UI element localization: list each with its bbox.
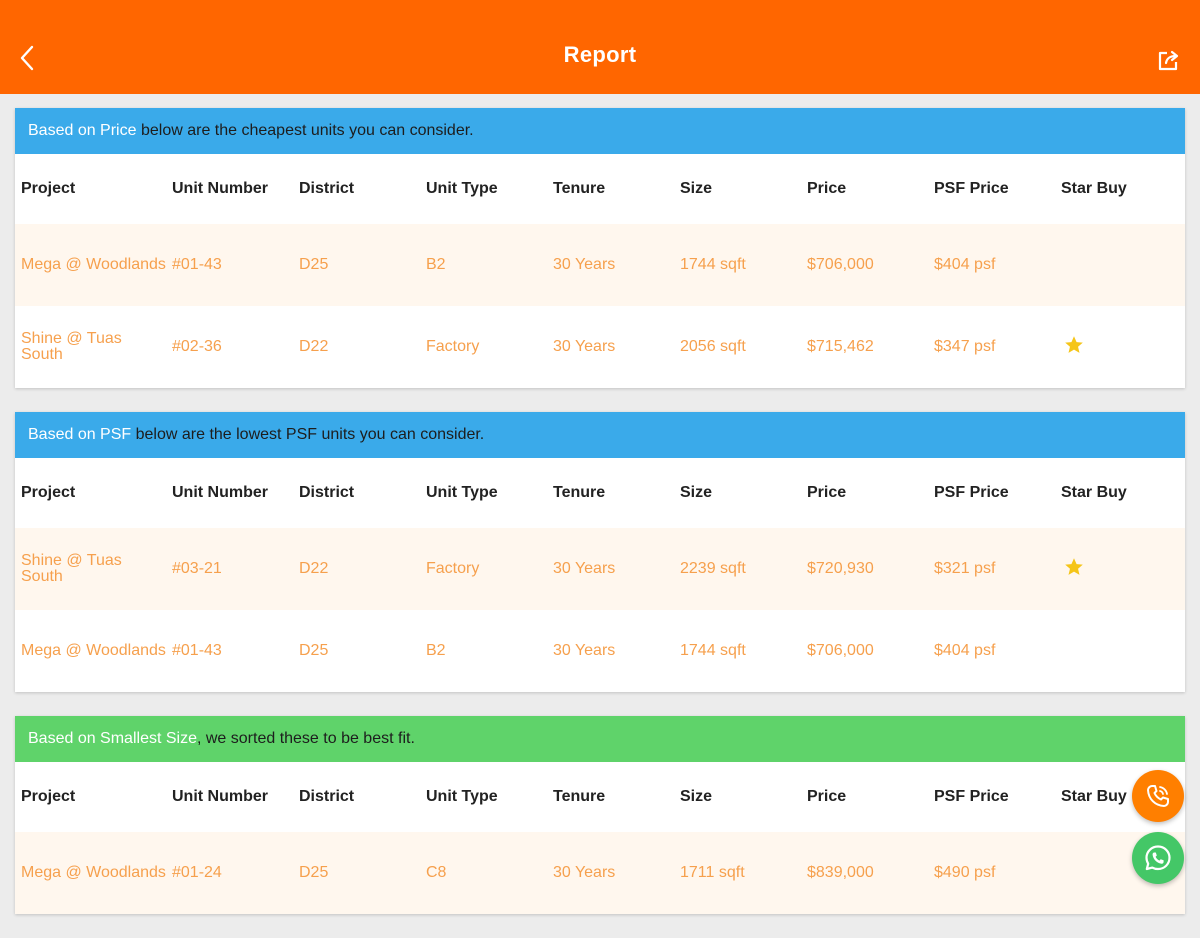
column-header-tenure: Tenure [553,484,606,501]
cell-tenure: 30 Years [553,560,616,577]
cell-price: $839,000 [807,864,874,881]
cell-psf-price: $404 psf [934,256,996,273]
cell-tenure: 30 Years [553,338,616,355]
section-description: below are the lowest PSF units you can c… [131,426,485,443]
cell-district: D25 [299,642,329,659]
column-header-size: Size [680,180,713,197]
cell-unit-type: Factory [426,560,480,577]
table-row[interactable]: Mega @ Woodlands #01-24 D25 C8 30 Years 1711 … [15,832,1185,914]
cell-price: $720,930 [807,560,874,577]
cell-project: Mega @ Woodlands [21,256,166,273]
report-section-card: Based on PSF below are the lowest PSF un… [15,412,1185,692]
cell-unit-type: B2 [426,256,446,273]
page-title: Report [563,42,637,67]
phone-icon [1147,785,1169,807]
column-header-tenure: Tenure [553,788,606,805]
section-highlight: Based on Price [28,122,137,139]
app-bar: Report [0,0,1200,94]
column-header-price: Price [807,180,847,197]
column-header-unit-number: Unit Number [172,788,268,805]
column-header-psf-price: PSF Price [934,180,1009,197]
table-header-row: Project Unit Number District Unit Type Tenur… [15,154,1185,224]
cell-psf-price: $490 psf [934,864,996,881]
column-header-price: Price [807,788,847,805]
cell-unit-number: #01-43 [172,256,222,273]
call-button[interactable] [1132,770,1184,822]
cell-unit-type: Factory [426,338,480,355]
report-section-card: Based on Price below are the cheapest un… [15,108,1185,388]
column-header-psf-price: PSF Price [934,788,1009,805]
cell-psf-price: $347 psf [934,338,996,355]
column-header-unit-type: Unit Type [426,180,498,197]
column-header-unit-type: Unit Type [426,484,498,501]
cell-psf-price: $321 psf [934,560,996,577]
cell-size: 2239 sqft [680,560,746,577]
section-banner: Based on PSF below are the lowest PSF un… [15,412,1185,458]
section-description: below are the cheapest units you can con… [136,122,474,139]
cell-size: 1744 sqft [680,642,746,659]
table-header-row: Project Unit Number District Unit Type Tenur… [15,458,1185,528]
section-highlight: Based on PSF [28,426,132,443]
star-buy-cell [1055,334,1185,360]
column-header-price: Price [807,484,847,501]
section-banner: Based on Price below are the cheapest un… [15,108,1185,154]
cell-district: D25 [299,864,329,881]
cell-size: 1711 sqft [680,864,745,881]
table-header-row: Project Unit Number District Unit Type Tenur… [15,762,1185,832]
cell-psf-price: $404 psf [934,642,996,659]
section-description: , we sorted these to be best fit. [196,730,415,747]
section-highlight: Based on Smallest Size [28,730,197,747]
column-header-tenure: Tenure [553,180,606,197]
cell-district: D22 [299,338,329,355]
cell-size: 1744 sqft [680,256,746,273]
column-header-unit-number: Unit Number [172,484,268,501]
table-row[interactable]: Mega @ Woodlands #01-43 D25 B2 30 Years 1744 … [15,224,1185,306]
cell-price: $706,000 [807,642,874,659]
column-header-star-buy: Star Buy [1061,484,1127,501]
column-header-district: District [299,484,355,501]
table-row[interactable]: Shine @ Tuas South #02-36 D22 Factory 30 Yea… [15,306,1185,388]
cell-district: D22 [299,560,329,577]
cell-district: D25 [299,256,329,273]
star-icon [1065,336,1083,353]
column-header-unit-type: Unit Type [426,788,498,805]
cell-unit-number: #01-43 [172,642,222,659]
column-header-star-buy: Star Buy [1061,180,1127,197]
cell-price: $715,462 [807,338,874,355]
column-header-project: Project [21,788,76,805]
cell-project: Mega @ Woodlands [21,864,166,881]
report-content: Based on Price below are the cheapest un… [15,108,1185,938]
column-header-district: District [299,180,355,197]
column-header-psf-price: PSF Price [934,484,1009,501]
share-icon [1158,50,1179,71]
report-section-card: Based on Smallest Size, we sorted these … [15,716,1185,914]
cell-unit-type: B2 [426,642,446,659]
cell-unit-type: C8 [426,864,447,881]
column-header-project: Project [21,484,76,501]
column-header-size: Size [680,788,713,805]
cell-tenure: 30 Years [553,256,616,273]
cell-tenure: 30 Years [553,864,616,881]
column-header-project: Project [21,180,76,197]
column-header-district: District [299,788,355,805]
table-row[interactable]: Shine @ Tuas South #03-21 D22 Factory 30 Yea… [15,528,1185,610]
star-icon [1065,558,1083,575]
column-header-unit-number: Unit Number [172,180,268,197]
table-row[interactable]: Mega @ Woodlands #01-43 D25 B2 30 Years 1744 … [15,610,1185,692]
cell-unit-number: #03-21 [172,560,222,577]
cell-project: Shine @ Tuas South [21,552,122,585]
share-button[interactable] [1154,46,1184,74]
cell-unit-number: #02-36 [172,338,222,355]
cell-project: Shine @ Tuas South [21,330,122,363]
cell-size: 2056 sqft [680,338,746,355]
whatsapp-button[interactable] [1132,832,1184,884]
star-buy-cell [1055,556,1185,582]
whatsapp-icon [1145,845,1171,871]
cell-tenure: 30 Years [553,642,616,659]
section-banner: Based on Smallest Size, we sorted these … [15,716,1185,762]
cell-price: $706,000 [807,256,874,273]
column-header-size: Size [680,484,713,501]
cell-project: Mega @ Woodlands [21,642,166,659]
cell-unit-number: #01-24 [172,864,222,881]
